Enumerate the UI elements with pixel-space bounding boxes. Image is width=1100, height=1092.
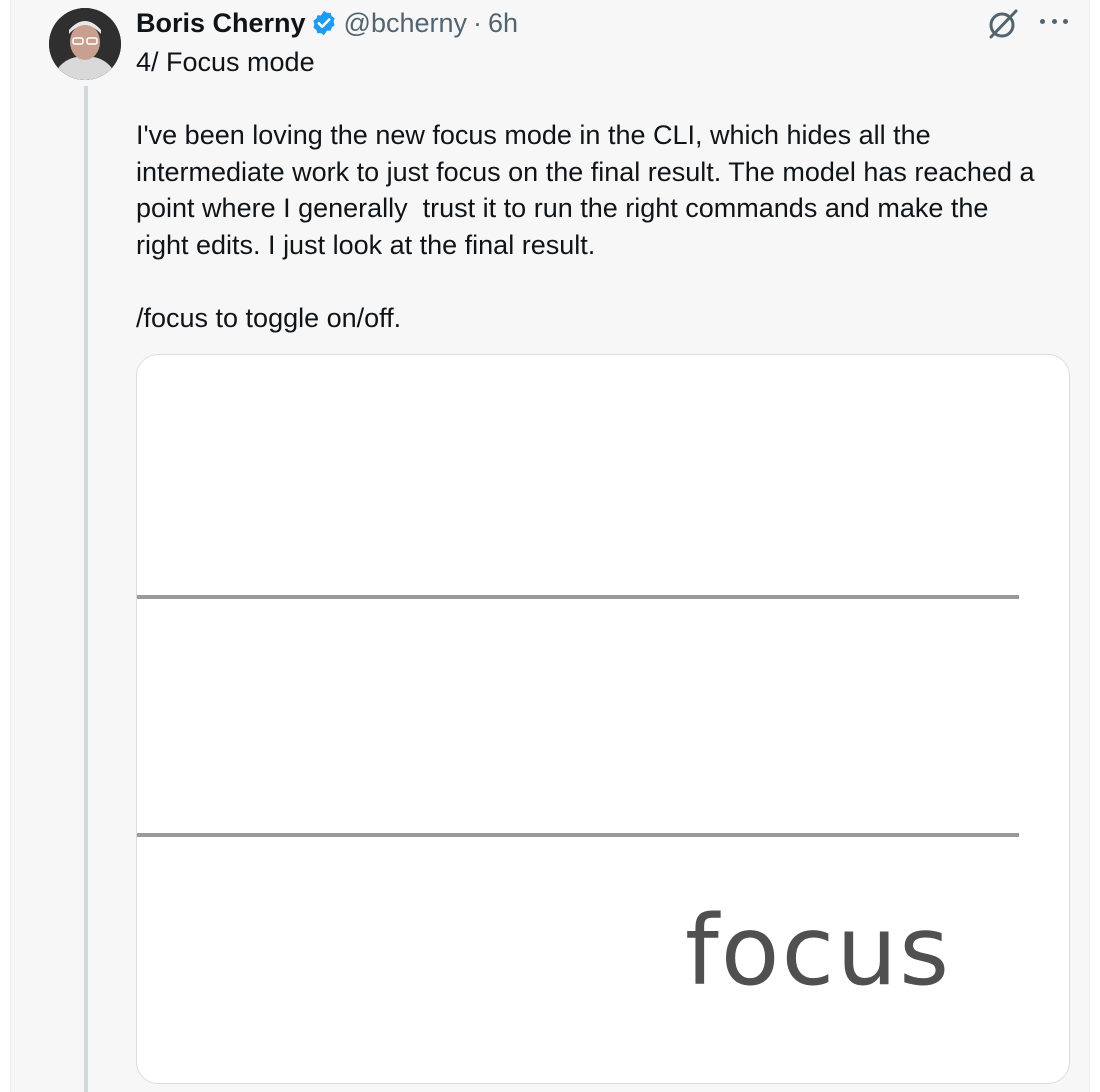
more-options-icon[interactable] bbox=[1037, 4, 1071, 38]
more-dot bbox=[1063, 18, 1068, 24]
avatar-image bbox=[49, 8, 121, 80]
tweet-timestamp[interactable]: 6h bbox=[488, 8, 518, 39]
tweet-text-line: right edits. I just look at the final re… bbox=[136, 229, 596, 260]
media-divider-line bbox=[137, 595, 1019, 599]
media-divider-line bbox=[137, 833, 1019, 837]
more-dot bbox=[1040, 18, 1045, 24]
thread-connector-line bbox=[84, 86, 88, 1092]
tweet-media[interactable]: focus bbox=[136, 354, 1070, 1084]
tweet-text-line: point where I generally trust it to run … bbox=[136, 193, 989, 223]
more-dot bbox=[1051, 18, 1057, 24]
verified-badge-icon[interactable] bbox=[310, 9, 338, 37]
author-handle[interactable]: @bcherny bbox=[344, 8, 467, 39]
tweet-text-line: 4/ Focus mode bbox=[136, 47, 315, 77]
tweet-text-line: I've been loving the new focus mode in t… bbox=[136, 120, 931, 150]
tweet-text-line: /focus to toggle on/off. bbox=[136, 302, 402, 333]
media-focus-label: focus bbox=[685, 895, 952, 1007]
grok-icon[interactable] bbox=[985, 6, 1021, 42]
tweet-text: 4/ Focus mode I've been loving the new f… bbox=[136, 44, 1086, 336]
avatar[interactable] bbox=[49, 8, 121, 80]
author-name[interactable]: Boris Cherny bbox=[136, 8, 306, 39]
tweet-header: Boris Cherny @bcherny · 6h bbox=[136, 4, 518, 42]
tweet-text-line: intermediate work to just focus on the f… bbox=[136, 156, 1035, 187]
separator-dot: · bbox=[473, 7, 483, 38]
tweet-article[interactable]: Boris Cherny @bcherny · 6h 4/ Focus mode… bbox=[10, 0, 1090, 1092]
